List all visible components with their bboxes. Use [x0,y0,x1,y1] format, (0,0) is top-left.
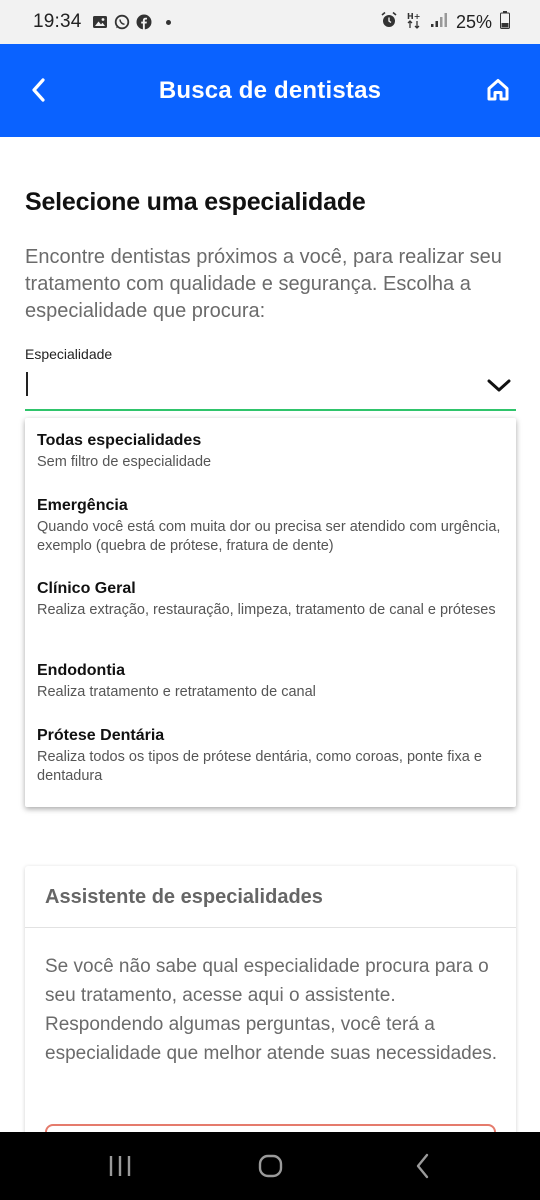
option-title: Endodontia [37,662,125,679]
text-cursor [26,372,28,396]
option-endodontia[interactable]: Endodontia Realiza tratamento e retratam… [37,661,507,702]
back-button[interactable] [22,74,54,106]
option-title: Clínico Geral [37,580,136,597]
assistant-card-title: Assistente de especialidades [45,886,323,908]
divider [25,927,516,928]
svg-text:H+: H+ [407,12,420,21]
whatsapp-icon [114,14,130,30]
option-description: Realiza extração, restauração, limpeza, … [37,602,496,618]
option-clinico-geral[interactable]: Clínico Geral Realiza extração, restaura… [37,579,507,620]
app-bar: Busca de dentistas [0,44,540,137]
specialty-dropdown: Todas especialidades Sem filtro de espec… [25,418,516,807]
back-nav-button[interactable] [403,1149,443,1183]
home-circle-icon [258,1154,283,1178]
dot-icon [165,19,171,25]
battery-level: 25% [455,11,492,32]
option-title: Todas especialidades [37,432,202,449]
option-title: Emergência [37,497,128,514]
option-title: Prótese Dentária [37,727,165,744]
specialty-label: Especialidade [25,346,113,362]
option-description: Realiza todos os tipos de prótese dentár… [37,749,482,784]
specialty-select[interactable] [25,368,516,411]
option-description: Sem filtro de especialidade [37,454,212,470]
option-protese-dentaria[interactable]: Prótese Dentária Realiza todos os tipos … [37,726,507,786]
signal-icon [430,12,448,33]
system-icons: H+ 25% [380,10,510,34]
option-description: Quando você está com muita dor ou precis… [37,519,501,554]
status-bar: 19:34 H+ 25% [0,0,540,44]
chevron-left-icon [32,78,45,102]
assistant-card: Assistente de especialidades Se você não… [25,866,516,1164]
facebook-icon [136,14,152,30]
option-emergencia[interactable]: Emergência Quando você está com muita do… [37,496,507,556]
data-arrows-icon: H+ [406,11,422,34]
system-nav-bar [0,1132,540,1200]
battery-icon [500,10,510,34]
page-title: Busca de dentistas [158,76,382,104]
option-description: Realiza tratamento e retratamento de can… [37,684,316,700]
recent-apps-button[interactable] [100,1149,140,1183]
notification-icons [92,14,171,30]
alarm-icon [380,11,398,34]
recent-apps-icon [109,1156,131,1176]
chevron-down-icon[interactable] [486,376,512,396]
assistant-card-text: Se você não sabe qual especialidade proc… [45,956,498,1064]
intro-text: Encontre dentistas próximos a você, para… [25,246,502,322]
home-icon [487,79,509,101]
status-time: 19:34 [33,11,82,32]
home-nav-button[interactable] [251,1149,291,1183]
section-heading: Selecione uma especialidade [25,188,366,216]
back-arrow-icon [416,1153,429,1179]
home-button[interactable] [482,74,514,106]
option-todas-especialidades[interactable]: Todas especialidades Sem filtro de espec… [37,431,507,472]
image-icon [92,14,108,30]
